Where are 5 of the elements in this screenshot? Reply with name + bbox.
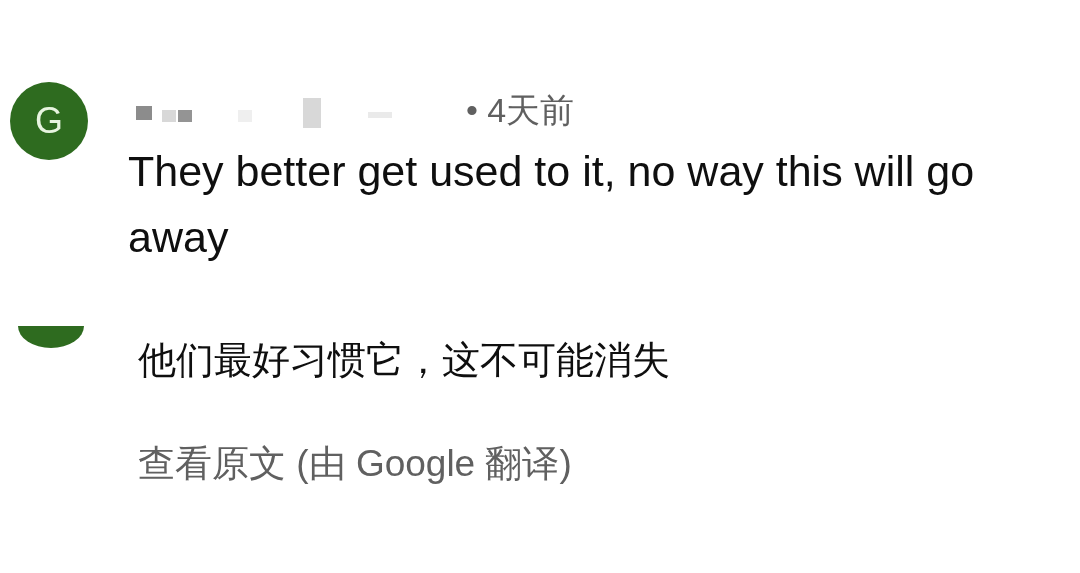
avatar[interactable]: G xyxy=(10,82,88,160)
view-original-link[interactable]: 查看原文 (由 Google 翻译) xyxy=(138,436,670,492)
comment-text: They better get used to it, no way this will go away xyxy=(128,146,976,263)
translated-text: 他们最好习惯它，这不可能消失 xyxy=(138,338,670,383)
timestamp: • 4天前 xyxy=(466,90,575,131)
